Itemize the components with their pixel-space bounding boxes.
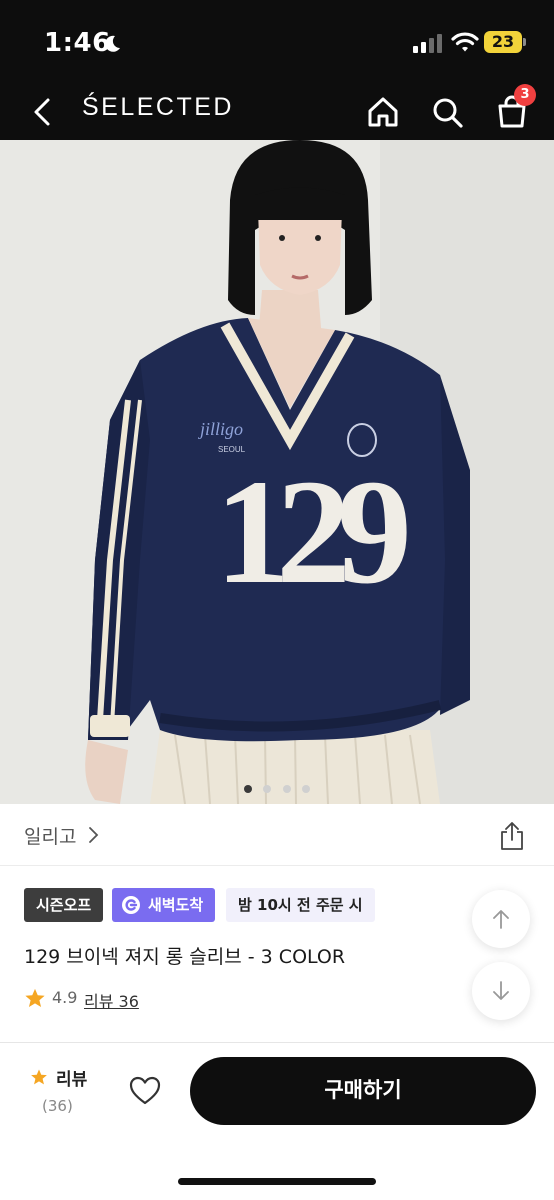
- review-label: 리뷰: [56, 1070, 88, 1090]
- arrow-down-icon: [493, 981, 509, 1000]
- product-photo: 129 jilligo SEOUL: [0, 140, 554, 804]
- home-indicator: [178, 1178, 376, 1185]
- season-off-tag: 시즌오프: [24, 888, 104, 922]
- moon-icon: [105, 35, 120, 52]
- battery-level: 23: [491, 32, 515, 51]
- product-title: 129 브이넥 져지 롱 슬리브 - 3 COLOR: [24, 946, 346, 968]
- back-arrow-icon[interactable]: [26, 90, 60, 134]
- review-summary[interactable]: 리뷰 (36): [24, 1063, 96, 1123]
- home-icon[interactable]: [364, 90, 402, 134]
- svg-text:SEOUL: SEOUL: [218, 445, 246, 454]
- carousel-dot[interactable]: [282, 785, 291, 793]
- status-bar: 1:46 23: [0, 0, 554, 84]
- dawn-delivery-label: 새벽도착: [148, 896, 204, 914]
- battery-tip: [523, 38, 526, 46]
- battery-icon: 23: [484, 31, 526, 53]
- bottom-action-bar: 리뷰 (36) 구매하기: [0, 1042, 554, 1200]
- product-image-carousel[interactable]: 129 jilligo SEOUL: [0, 140, 554, 804]
- carousel-indicator: [0, 778, 554, 793]
- buy-button[interactable]: 구매하기: [190, 1057, 536, 1125]
- scroll-down-button[interactable]: [472, 962, 530, 1020]
- review-count: (36): [42, 1097, 73, 1115]
- cart-count-badge: 3: [514, 84, 536, 106]
- signal-icon: [413, 34, 442, 53]
- heart-icon[interactable]: [128, 1075, 162, 1107]
- chevron-right-icon[interactable]: [86, 826, 100, 844]
- share-icon[interactable]: [498, 820, 526, 852]
- review-link[interactable]: 리뷰 36: [84, 988, 139, 1012]
- scroll-up-button[interactable]: [472, 890, 530, 948]
- rating-value: 4.9: [52, 988, 78, 1007]
- star-icon: [25, 988, 45, 1007]
- brand-row: 일리고: [0, 804, 554, 866]
- svg-text:jilligo: jilligo: [198, 419, 243, 439]
- search-icon[interactable]: [428, 90, 466, 134]
- nav-bar: ŚELECTED 3: [0, 84, 554, 140]
- wifi-icon: [451, 32, 479, 52]
- carousel-dot[interactable]: [301, 785, 310, 793]
- svg-text:129: 129: [215, 449, 407, 615]
- dawn-delivery-icon: [122, 896, 140, 914]
- status-time: 1:46: [44, 28, 111, 58]
- delivery-note-tag: 밤 10시 전 주문 시: [226, 888, 375, 922]
- star-icon: [31, 1069, 47, 1085]
- brand-logo[interactable]: ŚELECTED: [82, 93, 234, 122]
- arrow-up-icon: [493, 910, 509, 929]
- dawn-delivery-tag: 새벽도착: [112, 888, 216, 922]
- brand-link[interactable]: 일리고: [24, 822, 76, 849]
